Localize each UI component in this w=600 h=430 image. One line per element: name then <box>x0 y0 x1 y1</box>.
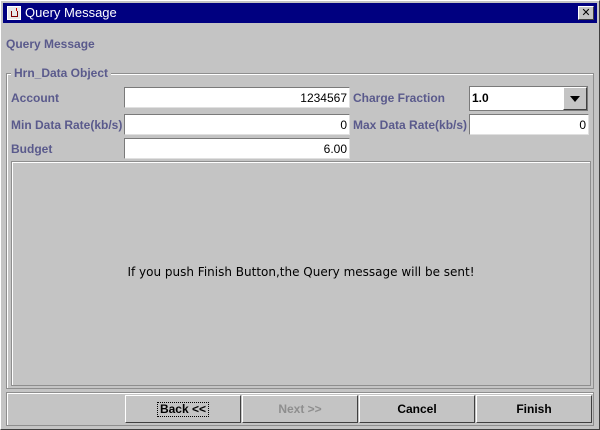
charge-fraction-value: 1.0 <box>472 91 489 105</box>
finish-button[interactable]: Finish <box>476 395 592 423</box>
finish-notice: If you push Finish Button,the Query mess… <box>127 265 475 279</box>
account-field[interactable]: 1234567 <box>124 87 350 108</box>
close-button[interactable]: ✕ <box>578 6 594 20</box>
finish-button-label: Finish <box>516 402 552 416</box>
cup-mark <box>11 11 18 17</box>
dropdown-button[interactable] <box>563 87 587 110</box>
max-data-rate-label: Max Data Rate(kb/s) <box>353 118 468 132</box>
page-heading: Query Message <box>6 37 95 51</box>
java-coffee-icon <box>7 6 21 20</box>
budget-field[interactable]: 6.00 <box>124 138 350 159</box>
cancel-button-label: Cancel <box>397 402 437 416</box>
charge-fraction-label: Charge Fraction <box>353 91 446 105</box>
query-message-window: Query Message ✕ Query Message Hrn_Data O… <box>0 0 600 430</box>
back-button[interactable]: Back << <box>125 395 241 423</box>
title-bar[interactable]: Query Message ✕ <box>3 3 597 23</box>
back-button-label: Back << <box>156 402 210 417</box>
min-data-rate-label: Min Data Rate(kb/s) <box>11 118 123 132</box>
window-title: Query Message <box>25 5 117 20</box>
message-panel: If you push Finish Button,the Query mess… <box>11 161 591 386</box>
group-legend: Hrn_Data Object <box>11 66 112 80</box>
cancel-button[interactable]: Cancel <box>359 395 475 423</box>
next-button-label: Next >> <box>278 402 322 416</box>
chevron-down-icon <box>570 96 580 102</box>
budget-label: Budget <box>11 142 53 156</box>
account-label: Account <box>11 91 59 105</box>
close-icon: ✕ <box>581 6 591 19</box>
min-data-rate-field[interactable]: 0 <box>124 114 350 135</box>
next-button: Next >> <box>242 395 358 423</box>
max-data-rate-field[interactable]: 0 <box>469 114 589 135</box>
charge-fraction-select[interactable]: 1.0 <box>469 86 588 111</box>
